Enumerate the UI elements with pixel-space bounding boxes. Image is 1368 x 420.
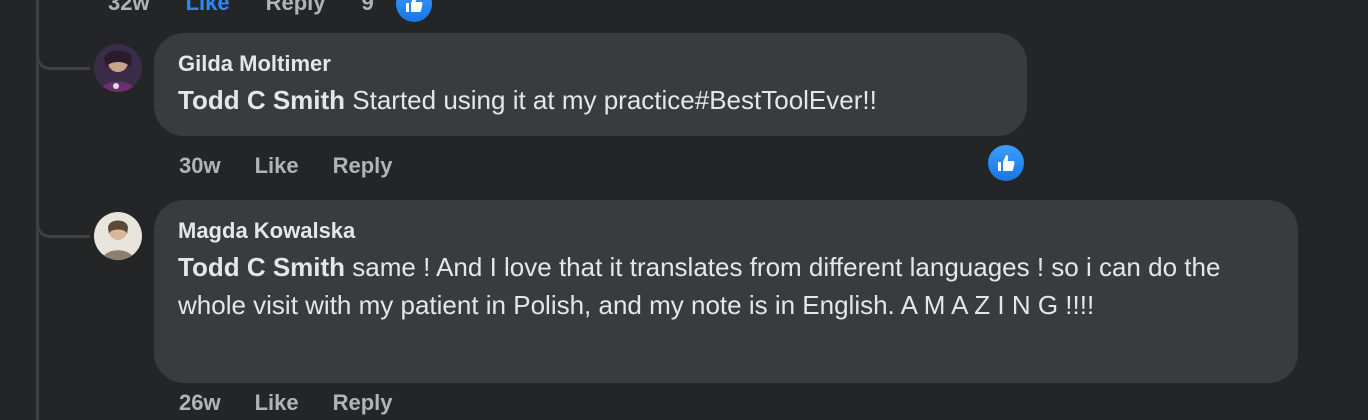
comment-author[interactable]: Gilda Moltimer [178,51,1001,77]
avatar[interactable] [94,212,142,260]
reply-connector [36,208,90,238]
avatar[interactable] [94,44,142,92]
like-button[interactable]: Like [255,390,299,416]
reaction-count[interactable]: 9 [362,0,374,16]
thumbs-up-icon[interactable] [396,0,432,22]
previous-comment-actions: 32w Like Reply 9 [108,0,410,16]
reply-button[interactable]: Reply [266,0,326,16]
comment-bubble: Magda Kowalska Todd C Smith same ! And I… [154,200,1298,383]
timestamp[interactable]: 26w [179,390,221,416]
comment-actions: 26w Like Reply [179,390,427,416]
reply-connector [36,40,90,70]
like-button[interactable]: Like [186,0,230,16]
comment-text: Todd C Smith same ! And I love that it t… [178,248,1272,324]
reply-button[interactable]: Reply [333,153,393,179]
thumbs-up-icon[interactable] [988,145,1024,181]
like-button[interactable]: Like [255,153,299,179]
comment-actions: 30w Like Reply [179,153,427,179]
mention-link[interactable]: Todd C Smith [178,85,345,115]
timestamp[interactable]: 32w [108,0,150,16]
timestamp[interactable]: 30w [179,153,221,179]
comment-text: Todd C Smith Started using it at my prac… [178,81,1001,119]
reply-button[interactable]: Reply [333,390,393,416]
mention-link[interactable]: Todd C Smith [178,252,345,282]
comment-author[interactable]: Magda Kowalska [178,218,1272,244]
comment-bubble: Gilda Moltimer Todd C Smith Started usin… [154,33,1027,136]
comment-body: Started using it at my practice#BestTool… [345,85,877,115]
